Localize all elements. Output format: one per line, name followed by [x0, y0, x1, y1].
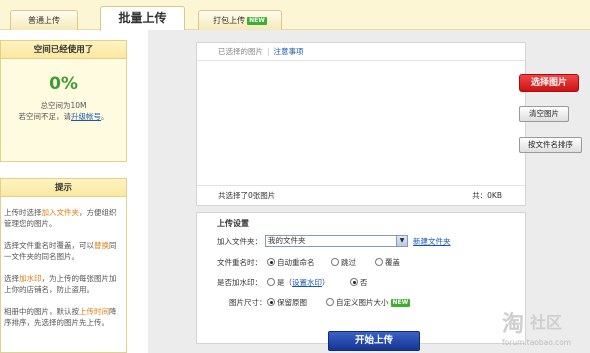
shortage-suffix: 。: [101, 112, 109, 121]
selected-images-list[interactable]: [197, 62, 525, 186]
tab-batch-upload[interactable]: 批量上传: [100, 6, 185, 31]
tip-item: 选择文件重名时覆盖，可以替换同一文件夹的同名图片。: [4, 241, 117, 261]
start-upload-button[interactable]: 开始上传: [328, 331, 420, 351]
size-option-custom[interactable]: 自定义图片大小 NEW: [326, 297, 411, 309]
folder-label: 加入文件夹：: [217, 237, 262, 246]
radio-icon[interactable]: [267, 278, 275, 286]
tab-label: 批量上传: [118, 11, 167, 25]
shortage-prefix: 若空间不足，请: [18, 112, 72, 121]
taobao-logo-glyph: 淘: [502, 311, 525, 337]
select-images-button[interactable]: 选择图片: [519, 74, 579, 92]
tab-label: 普通上传: [28, 16, 60, 25]
upload-tab-bar: 普通上传 批量上传 打包上传 NEW: [0, 0, 590, 31]
forum-url: forum.taobao.com: [502, 338, 572, 347]
radio-icon[interactable]: [331, 258, 339, 266]
space-panel-title: 空间已经使用了: [1, 41, 126, 59]
rename-option-skip[interactable]: 跳过: [331, 257, 356, 269]
upload-settings: 上传设置 加入文件夹： 我的文件夹 ▼ 新建文件夹 文件重名时： 自动重命名 跳…: [196, 212, 526, 344]
rename-option-overwrite[interactable]: 覆盖: [375, 257, 400, 269]
watermark-option-no[interactable]: 否: [350, 277, 368, 289]
space-usage-panel: 空间已经使用了 0% 总空间为10M 若空间不足，请升级帐号。: [0, 40, 127, 162]
watermark-no-label: 否: [360, 278, 368, 287]
sort-by-filename-button[interactable]: 按文件名排序: [519, 137, 582, 153]
selected-images-label: 已选择的图片: [218, 47, 263, 56]
upload-settings-title: 上传设置: [217, 219, 249, 228]
selected-images-box: 已选择的图片 | 注意事项 共选择了0张图片 共：0KB: [196, 42, 526, 206]
upgrade-account-link[interactable]: 升级帐号: [71, 112, 101, 121]
size-option-label: 自定义图片大小: [336, 298, 389, 307]
watermark-yes-close: ）: [322, 278, 330, 287]
folder-select-value: 我的文件夹: [268, 236, 306, 245]
selected-images-header: 已选择的图片 | 注意事项: [197, 43, 525, 61]
new-badge: NEW: [390, 299, 411, 307]
upload-main-area: 已选择的图片 | 注意事项 共选择了0张图片 共：0KB 选择图片 清空图片 按文件…: [148, 30, 590, 353]
size-option-original[interactable]: 保留原图: [267, 297, 307, 309]
image-size-label: 图片尺寸：: [229, 298, 267, 307]
forum-logo-text: 社区: [530, 313, 563, 332]
rename-option-label: 自动重命名: [277, 258, 315, 267]
chevron-down-icon[interactable]: ▼: [396, 236, 407, 246]
tip-item: 选择加水印，为上传的每张图片加上你的店铺名，防止盗用。: [4, 274, 117, 294]
tip-item: 上传时选择加入文件夹，方便组织管理您的图片。: [4, 208, 117, 228]
tips-panel-title: 提示: [1, 179, 126, 197]
total-space-label: 总空间为10M: [40, 101, 87, 110]
space-used-percent: 0%: [49, 74, 78, 94]
radio-icon[interactable]: [267, 258, 275, 266]
watermark-yes-label: 是（: [277, 278, 292, 287]
folder-select[interactable]: 我的文件夹 ▼: [265, 235, 408, 247]
tab-label: 打包上传: [213, 16, 246, 25]
tips-panel: 提示 上传时选择加入文件夹，方便组织管理您的图片。 选择文件重名时覆盖，可以替换…: [0, 178, 127, 353]
rename-option-label: 跳过: [341, 258, 356, 267]
rename-label: 文件重名时：: [217, 258, 262, 267]
radio-icon[interactable]: [326, 298, 334, 306]
size-option-label: 保留原图: [277, 298, 307, 307]
selected-images-footer: 共选择了0张图片 共：0KB: [197, 185, 525, 205]
tab-normal-upload[interactable]: 普通上传: [10, 10, 78, 30]
rename-option-label: 覆盖: [385, 258, 400, 267]
space-shortage-note: 若空间不足，请升级帐号。: [1, 111, 126, 122]
watermark-option-yes[interactable]: 是（设置水印）: [267, 277, 330, 289]
set-watermark-link[interactable]: 设置水印: [292, 278, 322, 287]
clear-images-button[interactable]: 清空图片: [519, 106, 569, 122]
forum-watermark: 淘 社区 forum.taobao.com: [502, 311, 590, 353]
selected-size: 共：0KB: [472, 191, 502, 200]
radio-icon[interactable]: [350, 278, 358, 286]
radio-icon[interactable]: [267, 298, 275, 306]
notice-link[interactable]: 注意事项: [274, 47, 304, 56]
new-badge: NEW: [247, 16, 267, 25]
radio-icon[interactable]: [375, 258, 383, 266]
tip-item: 相册中的图片，默认按上传时间降序排序，先选择的图片先上传。: [4, 307, 117, 327]
rename-option-auto[interactable]: 自动重命名: [267, 257, 315, 269]
tab-package-upload[interactable]: 打包上传 NEW: [198, 10, 282, 30]
selected-count: 共选择了0张图片: [218, 191, 276, 200]
watermark-label: 是否加水印：: [217, 278, 262, 287]
new-folder-link[interactable]: 新建文件夹: [413, 236, 451, 248]
